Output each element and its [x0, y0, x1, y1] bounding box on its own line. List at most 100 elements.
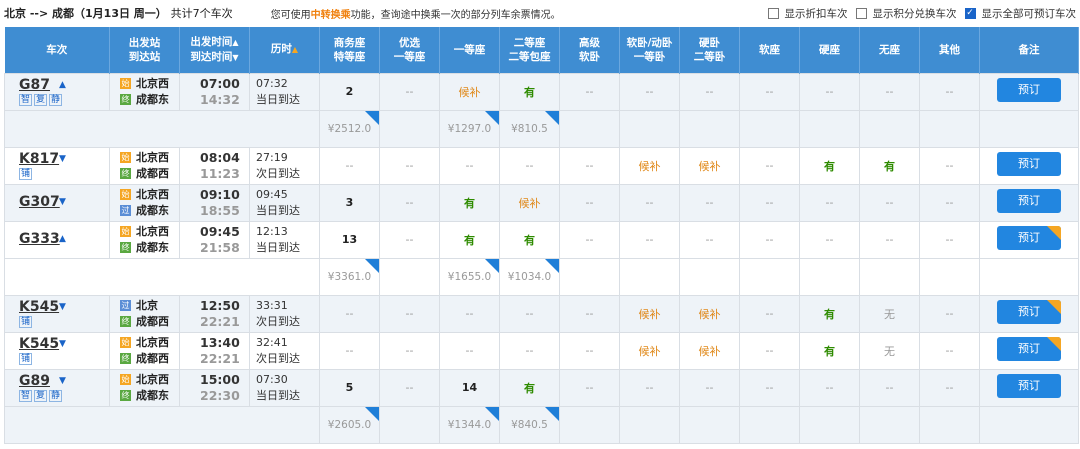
book-label: 预订	[1018, 157, 1040, 170]
seat-availability[interactable]: 候补	[679, 294, 740, 333]
discount-checkbox[interactable]	[767, 8, 779, 19]
sort-up-icon[interactable]: ▲	[232, 38, 238, 47]
seat-availability[interactable]: 有	[499, 72, 560, 111]
arrival-day: 当日到达	[256, 240, 300, 254]
seat-value: --	[945, 159, 954, 172]
flag-corner-icon	[1047, 226, 1061, 240]
seat-availability[interactable]: 候补	[679, 146, 740, 185]
expand-stops-icon[interactable]: ▼	[59, 302, 66, 312]
seat-availability: --	[739, 72, 800, 111]
seat-value: 候补	[698, 344, 721, 358]
train-number-link[interactable]: G87	[19, 77, 55, 93]
seat-availability[interactable]: 14	[439, 368, 500, 407]
seat-availability[interactable]: 候补	[499, 183, 560, 222]
option-points[interactable]: 显示积分兑换车次	[855, 6, 957, 21]
train-number-link[interactable]: G333	[19, 231, 60, 247]
col-business: 商务座 特等座	[319, 27, 380, 73]
book-label: 预订	[1018, 342, 1040, 355]
departure-time: 15:00	[200, 371, 240, 387]
book-label: 预订	[1018, 231, 1040, 244]
book-button[interactable]: 预订	[997, 300, 1061, 324]
seat-availability: --	[919, 220, 980, 259]
all-bookable-checkbox[interactable]: ✓	[964, 8, 976, 19]
option-discount[interactable]: 显示折扣车次	[767, 6, 848, 21]
seat-availability: --	[919, 331, 980, 370]
seat-availability[interactable]: 5	[319, 368, 380, 407]
expand-stops-icon[interactable]: ▼	[59, 339, 66, 349]
col-time[interactable]: 出发时间▲ 到达时间▼	[179, 27, 250, 73]
departure-time: 12:50	[200, 297, 240, 313]
seat-availability[interactable]: 候补	[619, 331, 680, 370]
col-other: 其他	[919, 27, 980, 73]
price-cell-empty	[619, 109, 680, 148]
seat-availability: --	[919, 183, 980, 222]
seat-availability[interactable]: 有	[799, 146, 860, 185]
seat-availability[interactable]: 候补	[619, 294, 680, 333]
seat-availability: --	[559, 331, 620, 370]
train-number-link[interactable]: K817	[19, 151, 59, 167]
book-button[interactable]: 预订	[997, 78, 1061, 102]
remark-cell: 预订	[979, 294, 1079, 333]
train-feature-tag: 铺	[19, 168, 33, 180]
all-bookable-label: 显示全部可预订车次	[981, 8, 1077, 20]
col-station-from: 出发站	[128, 36, 161, 49]
to-station: 成都东	[136, 240, 169, 254]
seat-value: --	[945, 344, 954, 357]
seat-availability: --	[859, 220, 920, 259]
col-duration[interactable]: 历时▲	[249, 27, 320, 73]
seat-availability[interactable]: 有	[859, 146, 920, 185]
train-number-link[interactable]: G89	[19, 373, 55, 389]
seat-availability[interactable]: 有	[499, 368, 560, 407]
departure-time: 09:10	[200, 186, 240, 202]
book-button[interactable]: 预订	[997, 337, 1061, 361]
price-value: ¥840.5	[511, 418, 548, 431]
train-number-link[interactable]: K545	[19, 299, 59, 315]
seat-value: --	[465, 159, 474, 172]
sort-up-icon[interactable]: ▲	[292, 45, 298, 54]
seat-value: --	[825, 196, 834, 209]
seat-availability[interactable]: 候补	[619, 146, 680, 185]
points-checkbox[interactable]	[855, 8, 867, 19]
expand-stops-icon[interactable]: ▲	[59, 80, 66, 90]
seat-availability: --	[319, 294, 380, 333]
book-button[interactable]: 预订	[997, 374, 1061, 398]
seat-availability[interactable]: 候补	[439, 72, 500, 111]
transfer-link[interactable]: 中转换乘	[311, 10, 351, 21]
train-number-link[interactable]: G307	[19, 194, 60, 210]
seat-availability[interactable]: 2	[319, 72, 380, 111]
duration-value: 12:13	[256, 224, 288, 238]
col-duration-label: 历时	[270, 43, 292, 56]
expand-stops-icon[interactable]: ▲	[59, 234, 66, 244]
book-button[interactable]: 预订	[997, 226, 1061, 250]
seat-availability: --	[379, 183, 440, 222]
seat-availability[interactable]: 有	[439, 220, 500, 259]
col-station-to: 到达站	[128, 50, 161, 63]
expand-stops-icon[interactable]: ▼	[59, 154, 66, 164]
seat-availability[interactable]: 13	[319, 220, 380, 259]
option-all-bookable[interactable]: ✓ 显示全部可预订车次	[964, 6, 1077, 21]
expand-stops-icon[interactable]: ▼	[59, 197, 66, 207]
origin-icon: 始	[120, 337, 131, 348]
seat-availability[interactable]: 有	[799, 331, 860, 370]
seat-availability[interactable]: 有	[799, 294, 860, 333]
seat-value: --	[945, 307, 954, 320]
seat-availability[interactable]: 有	[439, 183, 500, 222]
remark-cell: 预订	[979, 146, 1079, 185]
seat-availability[interactable]: 有	[499, 220, 560, 259]
book-button[interactable]: 预订	[997, 189, 1061, 213]
station-cell: 始北京西终成都西	[109, 146, 180, 185]
seat-availability[interactable]: 3	[319, 183, 380, 222]
train-number-link[interactable]: K545	[19, 336, 59, 352]
expand-stops-icon[interactable]: ▼	[59, 376, 66, 386]
arrival-time: 11:23	[200, 165, 240, 181]
origin-icon: 始	[120, 152, 131, 163]
seat-value: 13	[341, 233, 358, 246]
sort-down-icon[interactable]: ▼	[232, 53, 238, 62]
origin-icon: 始	[120, 189, 131, 200]
price-corner-icon	[545, 258, 559, 273]
time-cell: 07:00 14:32	[179, 72, 250, 111]
train-cell: K817 ▼ 铺	[4, 146, 110, 185]
book-button[interactable]: 预订	[997, 152, 1061, 176]
seat-availability[interactable]: 候补	[679, 331, 740, 370]
seat-value: --	[585, 233, 594, 246]
